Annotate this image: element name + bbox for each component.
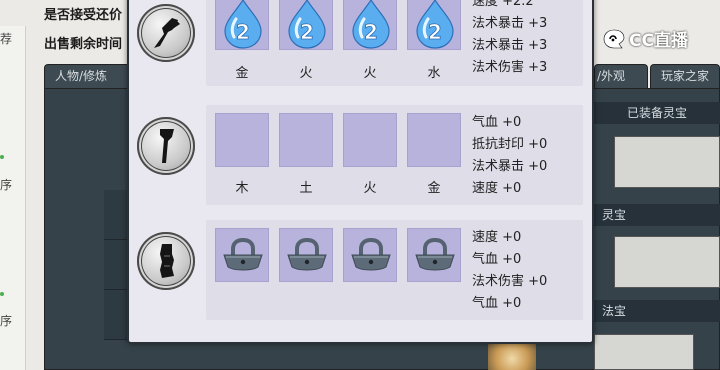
tab-appearance[interactable]: /外观 (594, 64, 648, 88)
sub-header-fabao: 法宝 (594, 300, 720, 322)
svg-text:2: 2 (428, 20, 442, 44)
gem-slot[interactable]: 2 (215, 0, 269, 50)
gem-slot[interactable]: 2 (343, 0, 397, 50)
offer-line: 是否接受还价 (44, 8, 123, 23)
slot-element-label: 火 (363, 66, 377, 81)
locked-gem-slot[interactable] (407, 228, 461, 282)
svg-text:2: 2 (300, 20, 314, 44)
stat-line: 速度 +2.2 (472, 0, 534, 9)
stat-line: 法术伤害 +3 (472, 60, 548, 75)
stat-line: 气血 +0 (472, 296, 522, 311)
lock-icon (223, 237, 263, 271)
svg-text:2: 2 (364, 20, 378, 44)
left-text-3: 序 (0, 314, 13, 328)
lock-icon (415, 237, 455, 271)
weapon-slot-icon[interactable] (137, 4, 195, 62)
stat-line: 速度 +0 (472, 181, 522, 196)
lock-icon (351, 237, 391, 271)
logo-text: CC直播 (629, 31, 688, 51)
boots-silhouette-icon (160, 244, 174, 278)
tab-player-home[interactable]: 玩家之家 (650, 64, 720, 88)
gem-slot[interactable]: 2 (407, 0, 461, 50)
empty-gem-slot[interactable] (215, 113, 269, 167)
cc-live-logo: CC直播 (602, 26, 688, 51)
locked-gem-slot[interactable] (343, 228, 397, 282)
character-avatar[interactable] (488, 342, 536, 370)
gem-socket-popup: 2 2 2 2 金 火 火 水 速度 +2.2 法术暴击 +3 法术暴击 +3 … (127, 0, 594, 344)
lingbao-slot[interactable] (614, 236, 720, 288)
stat-line: 速度 +0 (472, 230, 522, 245)
locked-gem-slot[interactable] (215, 228, 269, 282)
sub-header-lingbao: 灵宝 (594, 204, 720, 226)
stat-line: 法术暴击 +3 (472, 16, 548, 31)
status-dot (0, 292, 4, 296)
slot-element-label: 水 (427, 66, 441, 81)
stat-line: 法术暴击 +3 (472, 38, 548, 53)
slot-element-label: 土 (299, 181, 313, 196)
left-text-2: 序 (0, 178, 13, 192)
stat-line: 气血 +0 (472, 115, 522, 130)
slot-element-label: 火 (299, 66, 313, 81)
stat-line: 法术伤害 +0 (472, 274, 548, 289)
tab-character[interactable]: 人物/修炼 (44, 64, 130, 88)
slot-element-label: 木 (235, 181, 249, 196)
blue-water-gem-2-icon: 2 (288, 0, 326, 49)
svg-text:2: 2 (236, 20, 250, 44)
slot-element-label: 金 (427, 181, 441, 196)
empty-gem-slot[interactable] (279, 113, 333, 167)
left-text-1: 荐 (0, 32, 13, 46)
equipped-slot[interactable] (614, 136, 720, 188)
slot-element-label: 金 (235, 66, 249, 81)
empty-gem-slot[interactable] (407, 113, 461, 167)
stat-line: 抵抗封印 +0 (472, 137, 548, 152)
time-remaining-line: 出售剩余时间 (44, 37, 123, 52)
weapon-silhouette-icon (154, 18, 180, 48)
blue-water-gem-2-icon: 2 (352, 0, 390, 49)
stat-line: 法术暴击 +0 (472, 159, 548, 174)
stat-line: 气血 +0 (472, 252, 522, 267)
gem-slot[interactable]: 2 (279, 0, 333, 50)
empty-gem-slot[interactable] (343, 113, 397, 167)
cc-logo-icon (603, 29, 625, 48)
locked-gem-slot[interactable] (279, 228, 333, 282)
blue-water-gem-2-icon: 2 (224, 0, 262, 49)
armor-silhouette-icon (160, 129, 174, 163)
lock-icon (287, 237, 327, 271)
blue-water-gem-2-icon: 2 (416, 0, 454, 49)
fabao-slot[interactable] (594, 334, 694, 370)
slot-element-label: 火 (363, 181, 377, 196)
boots-slot-icon[interactable] (137, 232, 195, 290)
armor-slot-icon[interactable] (137, 117, 195, 175)
equipped-header: 已装备灵宝 (594, 102, 720, 124)
status-dot (0, 155, 4, 159)
